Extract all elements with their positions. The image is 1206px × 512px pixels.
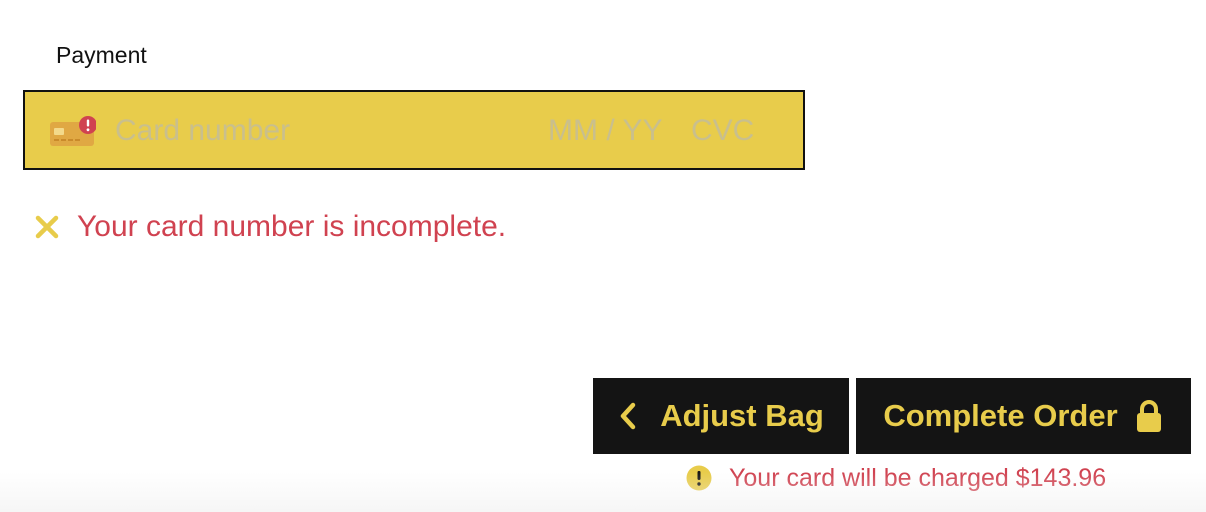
card-input-field[interactable] — [23, 90, 805, 170]
lock-icon — [1136, 400, 1161, 432]
card-error-message: Your card number is incomplete. — [33, 206, 506, 248]
payment-heading: Payment — [56, 42, 147, 68]
checkout-payment-section: Payment Your card number is incomplete. … — [0, 0, 1206, 512]
close-x-icon — [35, 215, 59, 239]
chevron-left-icon — [620, 402, 636, 430]
adjust-bag-button[interactable]: Adjust Bag — [593, 378, 849, 454]
complete-order-button[interactable]: Complete Order — [856, 378, 1191, 454]
info-exclamation-icon — [686, 465, 712, 491]
charge-amount-text: Your card will be charged $143.96 — [729, 464, 1107, 492]
adjust-bag-label: Adjust Bag — [660, 398, 824, 433]
complete-order-label: Complete Order — [883, 398, 1118, 433]
card-expiry-input[interactable] — [548, 112, 683, 150]
error-text: Your card number is incomplete. — [77, 210, 507, 243]
credit-card-error-icon — [50, 116, 96, 146]
card-number-input[interactable] — [115, 112, 535, 150]
charge-notice: Your card will be charged $143.96 — [686, 462, 1106, 494]
card-cvc-input[interactable] — [691, 112, 781, 150]
